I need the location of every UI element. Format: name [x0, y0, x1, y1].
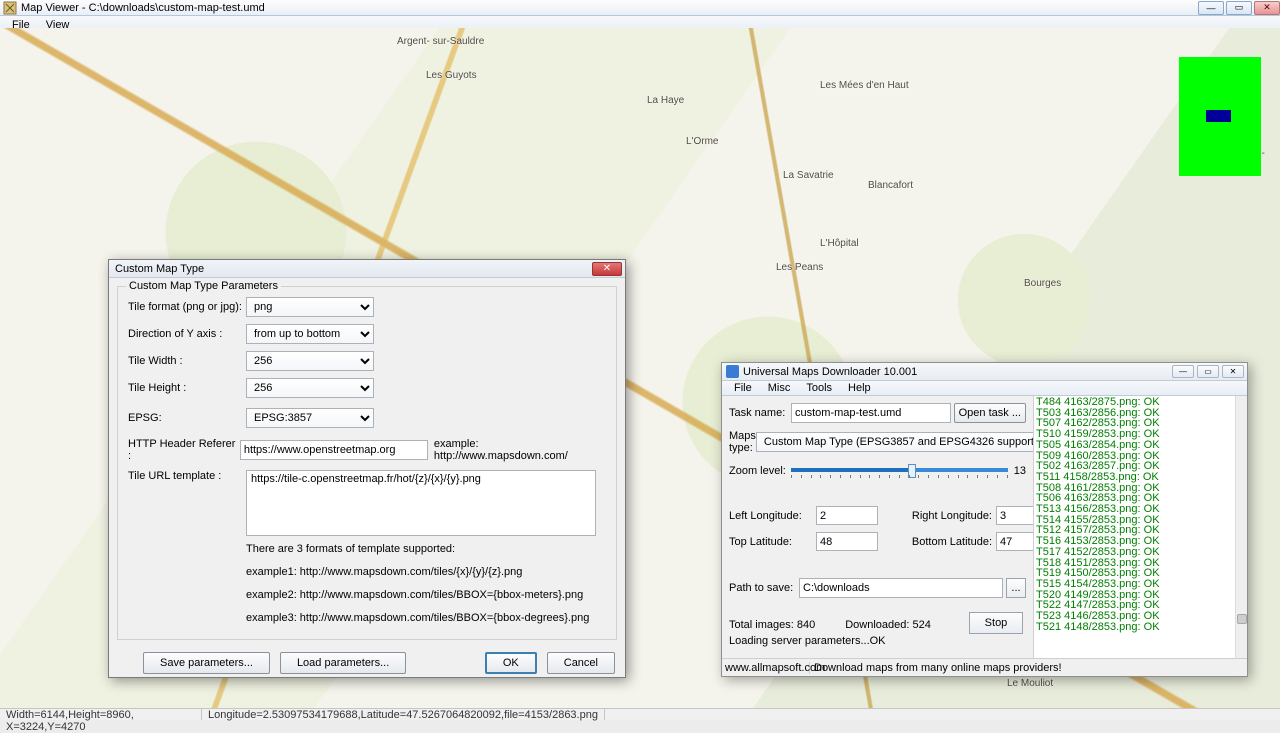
- downloader-statusbar: www.allmapsoft.com Download maps from ma…: [722, 658, 1247, 676]
- close-button[interactable]: ✕: [1254, 1, 1280, 15]
- right-longitude-label: Right Longitude:: [898, 510, 996, 522]
- overview-panel[interactable]: [1179, 57, 1261, 176]
- maps-type-label: Maps type:: [729, 430, 756, 454]
- town-label: Les Peans: [776, 262, 823, 273]
- referer-hint: example: http://www.mapsdown.com/: [434, 438, 606, 462]
- epsg-label: EPSG:: [128, 412, 246, 424]
- footer-url: www.allmapsoft.com: [722, 662, 810, 674]
- stop-button[interactable]: Stop: [969, 612, 1023, 634]
- dialog2-titlebar[interactable]: Universal Maps Downloader 10.001 — ▭ ✕: [722, 363, 1247, 381]
- dialog1-close-button[interactable]: ✕: [592, 262, 622, 276]
- cancel-button[interactable]: Cancel: [547, 652, 615, 674]
- example-2: example2: http://www.mapsdown.com/tiles/…: [246, 589, 606, 601]
- downloader-icon: [726, 365, 739, 378]
- direction-y-select[interactable]: from up to bottom: [246, 324, 374, 344]
- dialog2-title: Universal Maps Downloader 10.001: [743, 366, 1172, 378]
- tile-height-label: Tile Height :: [128, 382, 246, 394]
- status-dimensions: Width=6144,Height=8960, X=3224,Y=4270: [0, 709, 202, 720]
- dialog2-minimize-button[interactable]: —: [1172, 365, 1194, 378]
- direction-y-label: Direction of Y axis :: [128, 328, 246, 340]
- dialog2-close-button[interactable]: ✕: [1222, 365, 1244, 378]
- overview-viewport-box[interactable]: [1206, 110, 1231, 122]
- downloader-menu-tools[interactable]: Tools: [798, 380, 840, 396]
- dialog2-maximize-button[interactable]: ▭: [1197, 365, 1219, 378]
- status-bar: Width=6144,Height=8960, X=3224,Y=4270 Lo…: [0, 708, 1280, 720]
- epsg-select[interactable]: EPSG:3857: [246, 408, 374, 428]
- maps-type-select[interactable]: Custom Map Type (EPSG3857 and EPSG4326 s…: [756, 432, 1071, 452]
- main-title: Map Viewer - C:\downloads\custom-map-tes…: [20, 2, 1196, 14]
- dialog1-titlebar[interactable]: Custom Map Type ✕: [109, 260, 625, 278]
- downloaded-label: Downloaded:: [845, 619, 909, 631]
- minimize-button[interactable]: —: [1198, 1, 1224, 15]
- zoom-value: 13: [1014, 465, 1026, 477]
- tile-height-select[interactable]: 256: [246, 378, 374, 398]
- load-parameters-button[interactable]: Load parameters...: [280, 652, 406, 674]
- downloader-menu-help[interactable]: Help: [840, 380, 879, 396]
- example-3: example3: http://www.mapsdown.com/tiles/…: [246, 612, 606, 624]
- town-label: Les Mées d'en Haut: [820, 80, 909, 91]
- log-line: T505 4163/2854.png: OK: [1036, 440, 1233, 451]
- task-name-input[interactable]: [791, 403, 951, 423]
- town-label: La Haye: [647, 95, 684, 106]
- zoom-level-label: Zoom level:: [729, 465, 791, 477]
- tile-format-label: Tile format (png or jpg):: [128, 301, 246, 313]
- ok-button[interactable]: OK: [485, 652, 537, 674]
- template-label: Tile URL template :: [128, 470, 246, 482]
- top-latitude-input[interactable]: [816, 532, 878, 551]
- town-label: Le Mouliot: [1007, 678, 1053, 689]
- status-geo: Longitude=2.53097534179688,Latitude=47.5…: [202, 709, 605, 720]
- town-label: Les Guyots: [426, 70, 477, 81]
- path-save-label: Path to save:: [729, 582, 799, 594]
- tile-width-label: Tile Width :: [128, 355, 246, 367]
- total-images-value: 840: [797, 619, 815, 631]
- scroll-thumb[interactable]: [1237, 614, 1247, 624]
- town-label: Bourges: [1024, 278, 1061, 289]
- log-line: T517 4152/2853.png: OK: [1036, 547, 1233, 558]
- dialog1-title: Custom Map Type: [115, 263, 592, 275]
- footer-tagline: Download maps from many online maps prov…: [810, 662, 1062, 674]
- downloader-menu-file[interactable]: File: [726, 380, 760, 396]
- custom-map-type-dialog: Custom Map Type ✕ Custom Map Type Parame…: [108, 259, 626, 678]
- server-status-line: Loading server parameters...OK: [729, 635, 1026, 647]
- app-icon: [3, 1, 17, 15]
- town-label: Blancafort: [868, 180, 913, 191]
- template-textarea[interactable]: https://tile-c.openstreetmap.fr/hot/{z}/…: [246, 470, 596, 536]
- log-vertical-scrollbar[interactable]: [1235, 396, 1247, 660]
- path-browse-button[interactable]: ...: [1006, 578, 1026, 598]
- path-save-input[interactable]: [799, 578, 1003, 598]
- log-line: T521 4148/2853.png: OK: [1036, 622, 1233, 633]
- examples-header: There are 3 formats of template supporte…: [246, 543, 606, 555]
- town-label: La Savatrie: [783, 170, 834, 181]
- left-longitude-input[interactable]: [816, 506, 878, 525]
- params-groupbox: Custom Map Type Parameters Tile format (…: [117, 286, 617, 640]
- downloader-menu-misc[interactable]: Misc: [760, 380, 799, 396]
- maximize-button[interactable]: ▭: [1226, 1, 1252, 15]
- downloader-dialog: Universal Maps Downloader 10.001 — ▭ ✕ F…: [721, 362, 1248, 677]
- dialog2-menubar: File Misc Tools Help: [722, 381, 1247, 396]
- total-images-label: Total images:: [729, 619, 794, 631]
- bottom-latitude-label: Bottom Latitude:: [898, 536, 996, 548]
- downloaded-value: 524: [913, 619, 931, 631]
- town-label: Argent- sur-Sauldre: [397, 36, 484, 47]
- task-name-label: Task name:: [729, 407, 791, 419]
- log-list[interactable]: T484 4163/2875.png: OKT503 4163/2856.png…: [1034, 396, 1235, 660]
- open-task-button[interactable]: Open task ...: [954, 403, 1026, 423]
- referer-label: HTTP Header Referer :: [128, 438, 240, 462]
- referer-input[interactable]: [240, 440, 428, 460]
- town-label: L'Hôpital: [820, 238, 859, 249]
- log-panel: T484 4163/2875.png: OKT503 4163/2856.png…: [1033, 396, 1247, 674]
- main-titlebar[interactable]: Map Viewer - C:\downloads\custom-map-tes…: [0, 0, 1280, 16]
- zoom-slider[interactable]: [791, 461, 1008, 481]
- tile-format-select[interactable]: png: [246, 297, 374, 317]
- town-label: L'Orme: [686, 136, 718, 147]
- save-parameters-button[interactable]: Save parameters...: [143, 652, 270, 674]
- tile-width-select[interactable]: 256: [246, 351, 374, 371]
- top-latitude-label: Top Latitude:: [729, 536, 816, 548]
- left-longitude-label: Left Longitude:: [729, 510, 816, 522]
- groupbox-legend: Custom Map Type Parameters: [126, 280, 281, 292]
- example-1: example1: http://www.mapsdown.com/tiles/…: [246, 566, 606, 578]
